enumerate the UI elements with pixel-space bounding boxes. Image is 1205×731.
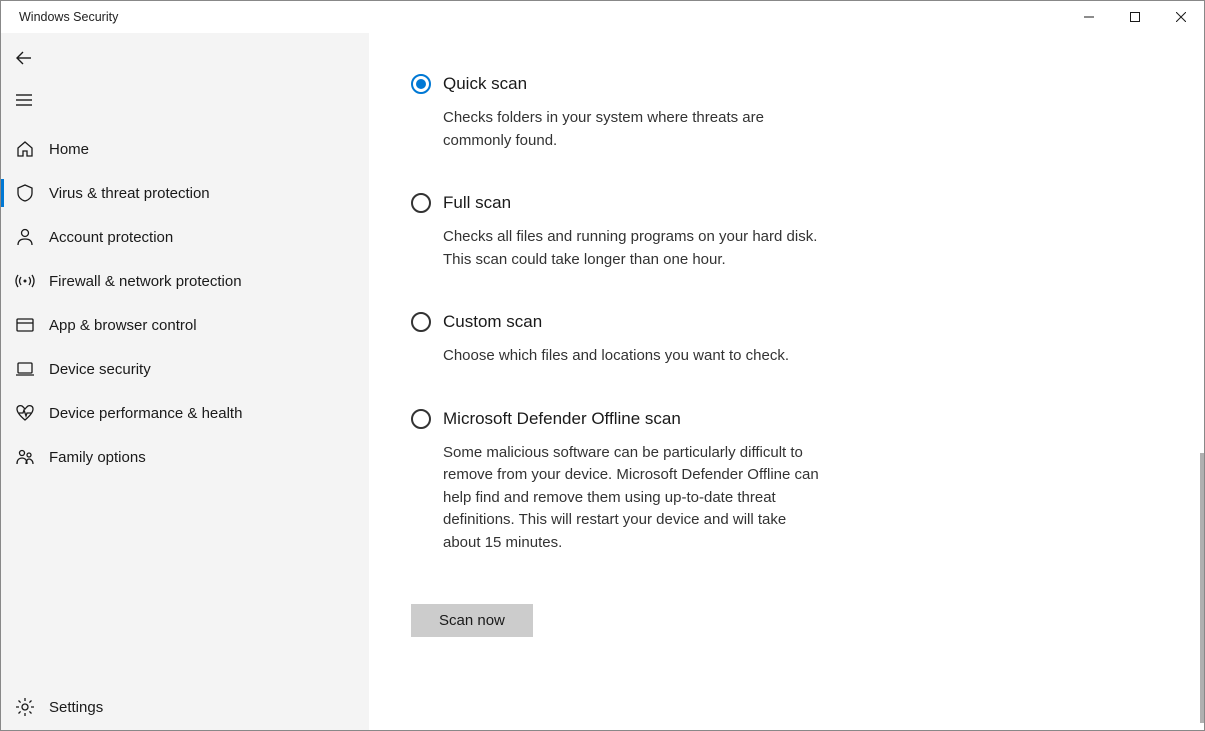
hamburger-icon xyxy=(15,91,33,109)
sidebar-item-device-security[interactable]: Device security xyxy=(1,347,369,391)
gear-icon xyxy=(15,697,49,717)
sidebar-item-firewall[interactable]: Firewall & network protection xyxy=(1,259,369,303)
hamburger-button[interactable] xyxy=(1,79,369,121)
scan-option-desc: Checks all files and running programs on… xyxy=(443,226,823,271)
radio-icon[interactable] xyxy=(411,312,431,332)
sidebar-item-label: App & browser control xyxy=(49,317,197,334)
sidebar-item-settings[interactable]: Settings xyxy=(1,684,369,730)
scan-option-title: Custom scan xyxy=(443,311,851,333)
window-body: Home Virus & threat protection Account p… xyxy=(1,33,1204,730)
sidebar: Home Virus & threat protection Account p… xyxy=(1,33,369,730)
scan-now-button[interactable]: Scan now xyxy=(411,604,533,637)
home-icon xyxy=(15,139,49,159)
minimize-icon xyxy=(1084,12,1094,22)
sidebar-item-label: Virus & threat protection xyxy=(49,185,210,202)
scan-option-title: Full scan xyxy=(443,192,851,214)
sidebar-item-home[interactable]: Home xyxy=(1,127,369,171)
signal-icon xyxy=(15,271,49,291)
main-scroll-area[interactable]: Quick scan Checks folders in your system… xyxy=(369,33,1204,730)
scan-option-texts: Quick scan Checks folders in your system… xyxy=(443,73,851,152)
sidebar-item-label: Family options xyxy=(49,449,146,466)
sidebar-item-label: Device performance & health xyxy=(49,405,242,422)
sidebar-spacer xyxy=(1,479,369,684)
sidebar-item-virus-threat[interactable]: Virus & threat protection xyxy=(1,171,369,215)
family-icon xyxy=(15,447,49,467)
titlebar: Windows Security xyxy=(1,1,1204,33)
scan-option-quick[interactable]: Quick scan Checks folders in your system… xyxy=(411,73,851,152)
heart-icon xyxy=(15,403,49,423)
sidebar-item-label: Home xyxy=(49,141,89,158)
scan-option-desc: Choose which files and locations you wan… xyxy=(443,345,823,368)
scan-option-texts: Custom scan Choose which files and locat… xyxy=(443,311,851,368)
shield-icon xyxy=(15,183,49,203)
close-button[interactable] xyxy=(1158,1,1204,33)
window: Windows Security xyxy=(0,0,1205,731)
person-icon xyxy=(15,227,49,247)
scan-option-offline[interactable]: Microsoft Defender Offline scan Some mal… xyxy=(411,408,851,555)
minimize-button[interactable] xyxy=(1066,1,1112,33)
sidebar-nav: Home Virus & threat protection Account p… xyxy=(1,127,369,479)
sidebar-item-account[interactable]: Account protection xyxy=(1,215,369,259)
browser-icon xyxy=(15,315,49,335)
scan-option-texts: Microsoft Defender Offline scan Some mal… xyxy=(443,408,851,555)
back-arrow-icon xyxy=(15,49,33,67)
scan-option-desc: Some malicious software can be particula… xyxy=(443,442,823,555)
sidebar-item-label: Settings xyxy=(49,699,103,716)
radio-icon[interactable] xyxy=(411,74,431,94)
scan-option-full[interactable]: Full scan Checks all files and running p… xyxy=(411,192,851,271)
sidebar-item-app-browser[interactable]: App & browser control xyxy=(1,303,369,347)
scan-option-texts: Full scan Checks all files and running p… xyxy=(443,192,851,271)
scrollbar-thumb[interactable] xyxy=(1200,453,1204,723)
radio-icon[interactable] xyxy=(411,409,431,429)
close-icon xyxy=(1176,12,1186,22)
maximize-button[interactable] xyxy=(1112,1,1158,33)
sidebar-item-label: Device security xyxy=(49,361,151,378)
titlebar-controls xyxy=(1066,1,1204,33)
sidebar-item-label: Account protection xyxy=(49,229,173,246)
maximize-icon xyxy=(1130,12,1140,22)
sidebar-item-performance[interactable]: Device performance & health xyxy=(1,391,369,435)
back-button[interactable] xyxy=(1,37,369,79)
scan-option-custom[interactable]: Custom scan Choose which files and locat… xyxy=(411,311,851,368)
scan-option-title: Microsoft Defender Offline scan xyxy=(443,408,851,430)
device-icon xyxy=(15,359,49,379)
sidebar-top-controls xyxy=(1,37,369,121)
radio-icon[interactable] xyxy=(411,193,431,213)
scan-option-desc: Checks folders in your system where thre… xyxy=(443,107,823,152)
window-title: Windows Security xyxy=(19,10,118,24)
scan-option-title: Quick scan xyxy=(443,73,851,95)
main-content: Quick scan Checks folders in your system… xyxy=(369,33,1204,730)
sidebar-item-label: Firewall & network protection xyxy=(49,273,242,290)
sidebar-item-family[interactable]: Family options xyxy=(1,435,369,479)
